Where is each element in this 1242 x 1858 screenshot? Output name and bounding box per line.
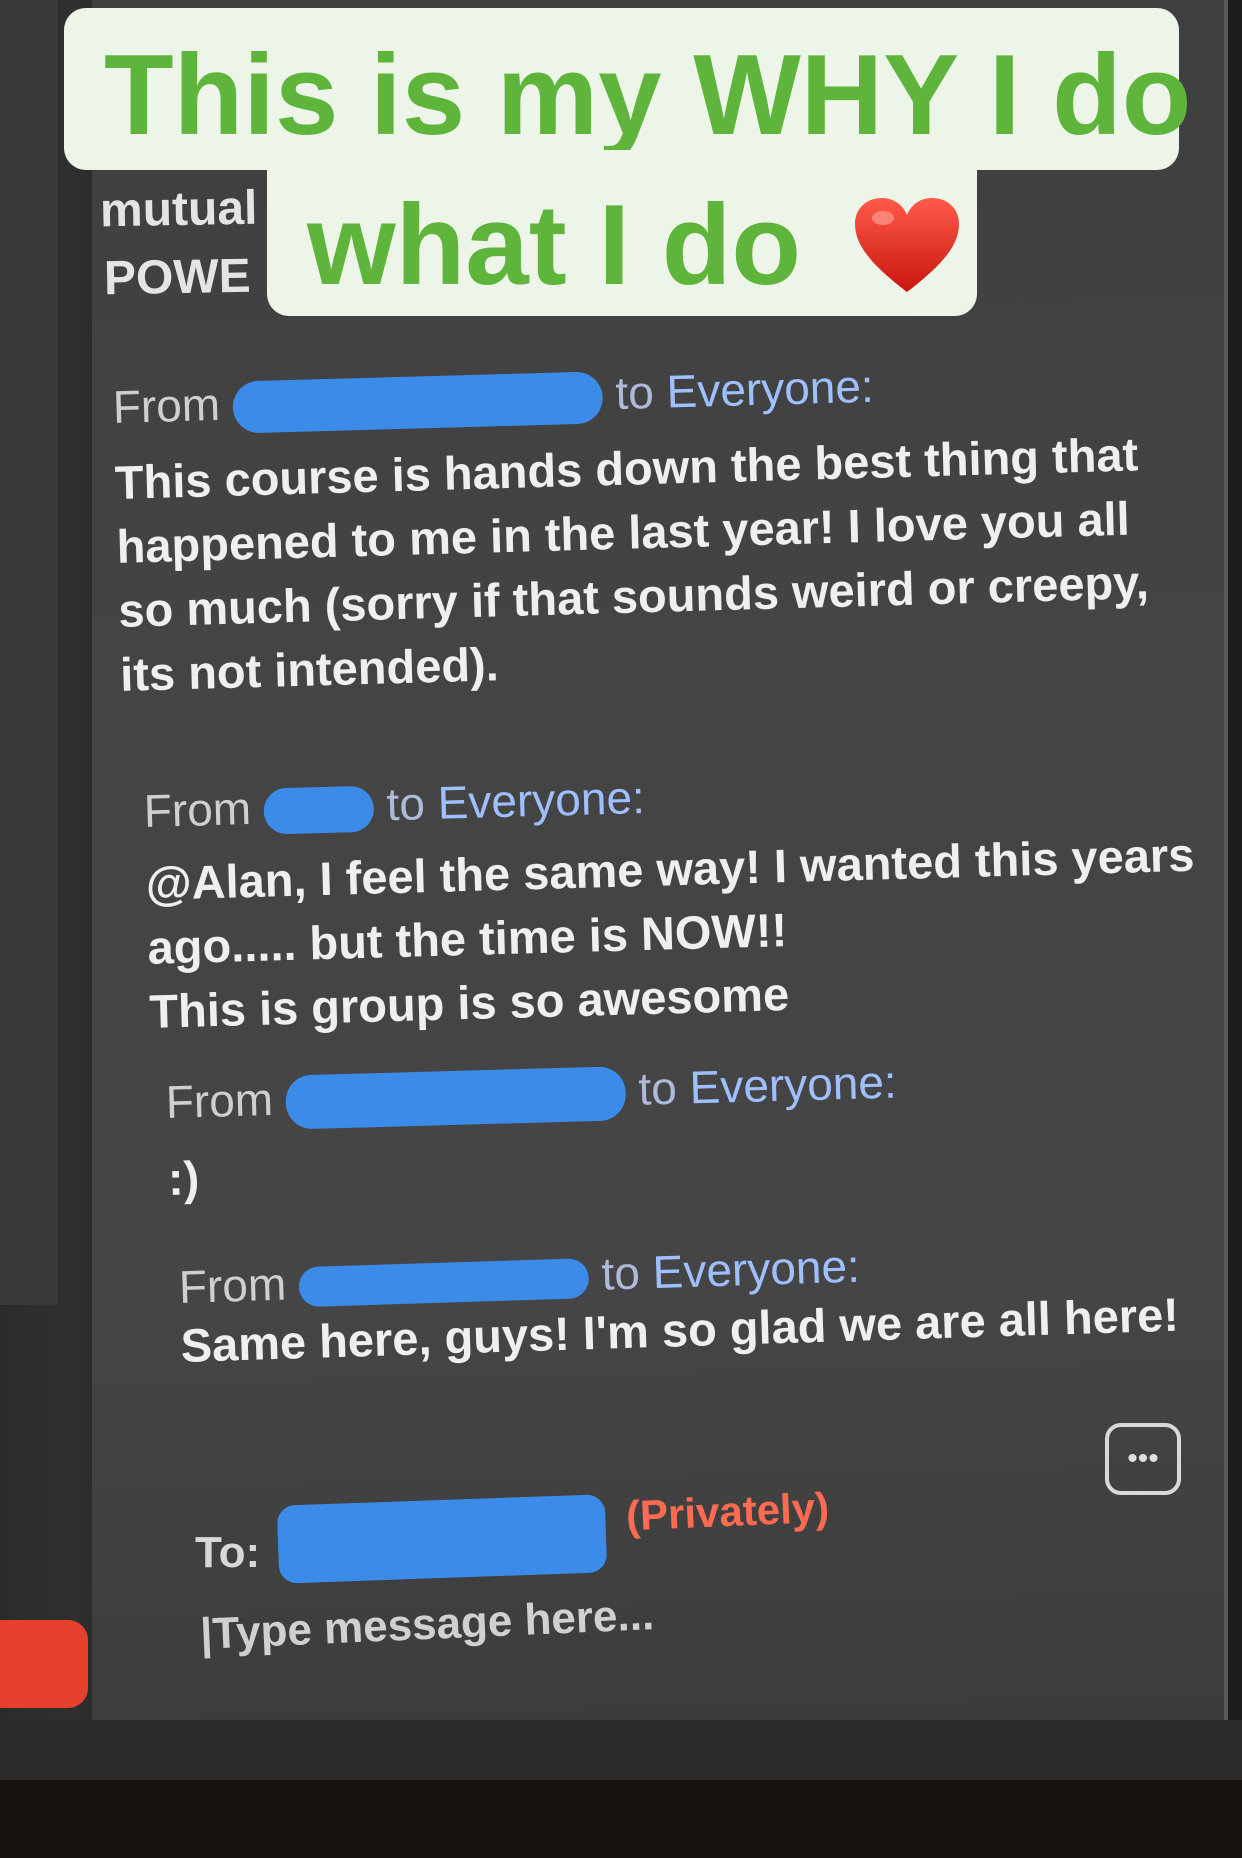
caption-line-2: what I do <box>307 180 961 311</box>
chat-message: From to Everyone: @Alan, I feel the same… <box>143 755 1199 1044</box>
to-label: to <box>637 1061 678 1115</box>
heart-icon <box>854 198 959 292</box>
monitor-bezel <box>0 1720 1242 1780</box>
recipient-everyone[interactable]: Everyone: <box>666 360 874 418</box>
from-label: From <box>178 1257 287 1313</box>
background-text-fragment: POWE <box>103 249 252 306</box>
to-label: to <box>600 1246 641 1300</box>
from-label: From <box>143 782 252 837</box>
redacted-sender <box>232 371 604 434</box>
bottom-bar <box>0 1780 1242 1858</box>
chat-message: From to Everyone: This course is hands d… <box>112 351 1151 706</box>
to-label: to <box>614 365 655 419</box>
background-text-fragment: mutual <box>99 181 258 238</box>
recipient-select[interactable] <box>276 1494 608 1584</box>
ellipsis-icon: ••• <box>1127 1442 1159 1475</box>
caption-line-1: This is my WHY I do <box>104 32 1192 159</box>
chat-message: From to Everyone: :) <box>165 1055 900 1211</box>
from-label: From <box>165 1073 274 1128</box>
to-label: to <box>385 777 426 831</box>
more-options-button[interactable]: ••• <box>1105 1423 1181 1495</box>
recipient-everyone[interactable]: Everyone: <box>689 1056 897 1114</box>
message-body: This course is hands down the best thing… <box>114 427 1150 701</box>
privately-label: (Privately) <box>625 1483 831 1540</box>
redacted-sender <box>263 785 375 835</box>
redacted-sender <box>285 1065 627 1130</box>
video-panel <box>0 0 58 1305</box>
redacted-sender <box>298 1257 590 1308</box>
message-body: @Alan, I feel the same way! I wanted thi… <box>145 827 1195 1038</box>
side-red-button[interactable]: ﾠ <box>0 1620 88 1708</box>
from-label: From <box>112 378 221 433</box>
recipient-everyone[interactable]: Everyone: <box>652 1240 861 1298</box>
recipient-everyone[interactable]: Everyone: <box>437 771 645 829</box>
to-label: To: <box>195 1528 261 1577</box>
